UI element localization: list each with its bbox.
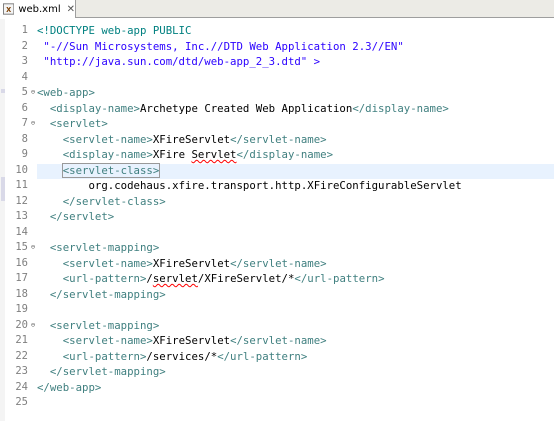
line-number: 8 <box>21 132 28 145</box>
line-number: 19 <box>15 303 28 315</box>
line-number: 14 <box>15 225 28 238</box>
code-line: <servlet-name>XFireServlet</servlet-name… <box>62 132 327 146</box>
code-line: <servlet-mapping> <box>49 318 160 332</box>
code-line: <!DOCTYPE web-app PUBLIC <box>37 24 192 37</box>
line-number: 16 <box>15 256 28 269</box>
code-line: <web-app> <box>37 86 95 99</box>
spelling-error: servlet <box>152 272 198 285</box>
code-line: <servlet> <box>49 117 108 130</box>
line-number: 22 <box>15 349 28 362</box>
code-line: </servlet-mapping> <box>49 365 166 378</box>
code-line: <display-name>Archetype Created Web Appl… <box>49 101 449 115</box>
line-number: 1 <box>21 24 28 36</box>
line-number: 2 <box>21 39 28 52</box>
tab-label: web.xml <box>18 3 61 15</box>
code-line: <url-pattern>/servlet/XFireServlet/*</ur… <box>62 272 385 285</box>
close-icon[interactable]: ✕ <box>67 4 75 15</box>
spelling-error: Servlet <box>191 148 237 161</box>
svg-text:X: X <box>6 6 11 14</box>
fold-toggle-icon[interactable]: ⊖ <box>29 240 37 256</box>
fold-toggle-icon[interactable]: ⊖ <box>29 318 37 334</box>
line-number: 21 <box>15 334 28 346</box>
line-number: 23 <box>15 365 28 377</box>
line-number: 3 <box>21 55 28 67</box>
editor-tab-bar: X web.xml ✕ <box>0 0 554 18</box>
line-number: 6 <box>21 101 28 114</box>
xml-file-icon: X <box>3 3 15 15</box>
line-number: 17 <box>15 272 28 284</box>
fold-toggle-icon[interactable]: ⊖ <box>29 85 37 101</box>
line-number: 24 <box>15 380 28 393</box>
code-line: <servlet-mapping> <box>49 241 160 254</box>
line-number: 25 <box>15 396 28 408</box>
text-cursor <box>159 164 161 177</box>
code-line: </servlet-class> <box>62 194 166 208</box>
line-number: 7 <box>21 117 28 129</box>
code-line: <servlet-name>XFireServlet</servlet-name… <box>62 334 327 347</box>
code-line: </web-app> <box>37 380 102 394</box>
line-number-gutter: 1 2 3 4 5 6 7 8 9 10 11 12 13 14 15 16 1… <box>4 23 28 411</box>
code-line: <url-pattern>/services/*</url-pattern> <box>62 349 308 363</box>
line-number: 13 <box>15 210 28 222</box>
code-line: </servlet> <box>49 210 115 223</box>
line-number: 9 <box>21 148 28 160</box>
code-line: "http://java.sun.com/dtd/web-app_2_3.dtd… <box>37 55 321 68</box>
code-line-current: <servlet-class> <box>61 162 161 178</box>
line-number: 4 <box>21 70 28 83</box>
line-number: 5 <box>21 86 28 98</box>
folding-gutter: ⊖ ⊖ ⊖ ⊖ <box>29 23 37 333</box>
line-number: 20 <box>15 318 28 331</box>
code-line: org.codehaus.xfire.transport.http.XFireC… <box>88 179 462 192</box>
tab-web-xml[interactable]: X web.xml ✕ <box>0 0 76 18</box>
line-number: 15 <box>15 241 28 253</box>
line-number: 11 <box>15 179 28 191</box>
code-line: "-//Sun Microsystems, Inc.//DTD Web Appl… <box>37 39 404 53</box>
line-number: 18 <box>15 287 28 300</box>
code-line: <display-name>XFire Servlet</display-nam… <box>62 148 334 161</box>
fold-toggle-icon[interactable]: ⊖ <box>29 116 37 132</box>
code-line: <servlet-name>XFireServlet</servlet-name… <box>62 256 327 270</box>
line-number: 10 <box>15 163 28 176</box>
line-number: 12 <box>15 194 28 207</box>
code-line: </servlet-mapping> <box>49 287 166 301</box>
xml-editor[interactable]: <!DOCTYPE web-app PUBLIC "-//Sun Microsy… <box>37 23 554 411</box>
